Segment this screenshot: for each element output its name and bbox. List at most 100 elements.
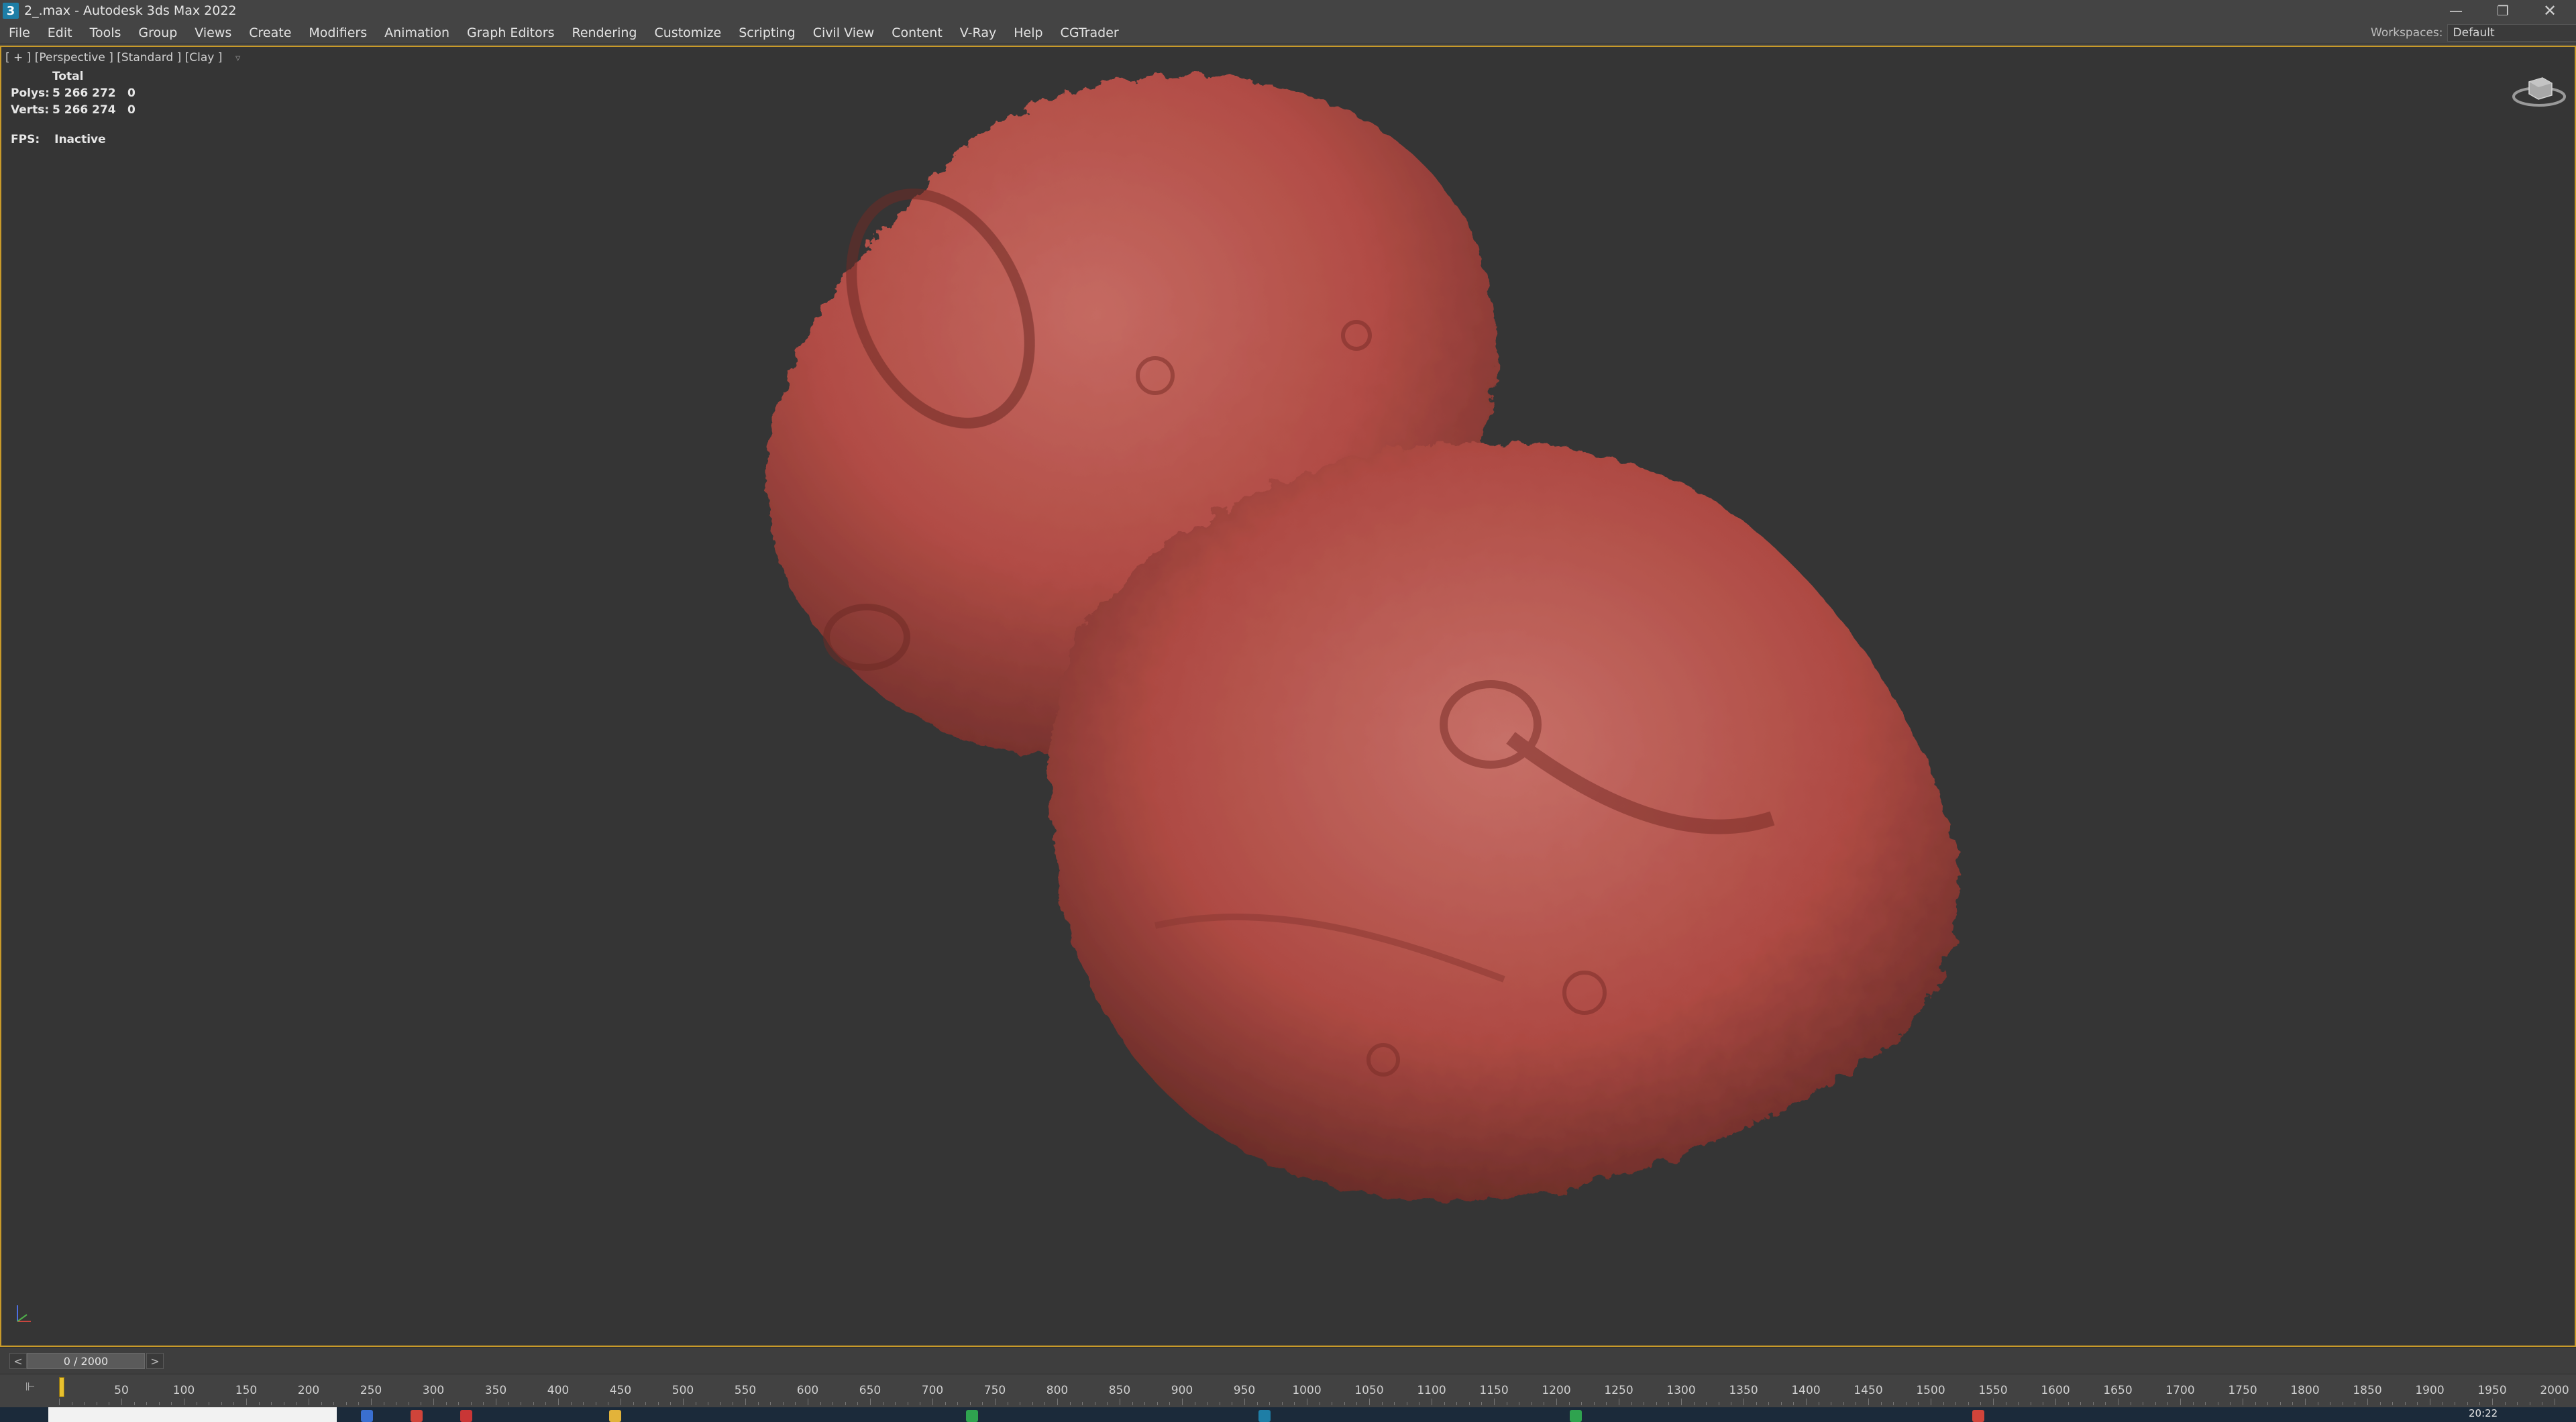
menu-edit[interactable]: Edit [39,21,81,44]
title-bar: 3 2_.max - Autodesk 3ds Max 2022 — ❐ ✕ [0,0,2576,21]
frame-tick [1993,1399,1994,1405]
workspaces-dropdown[interactable]: Default ▾ [2447,24,2576,42]
frame-tick-label: 250 [360,1384,382,1397]
perspective-viewport[interactable]: [ + ] [Perspective ] [Standard ] [Clay ]… [0,46,2576,1347]
frame-tick [2367,1399,2368,1405]
frame-tick-label: 350 [484,1384,507,1397]
menu-scripting[interactable]: Scripting [730,21,804,44]
frame-tick [121,1399,122,1405]
frame-tick [2167,1402,2169,1405]
frame-tick-label: 550 [734,1384,757,1397]
verts-selected: 0 [127,103,136,117]
menu-animation[interactable]: Animation [376,21,458,44]
frame-tick [1581,1402,1582,1405]
frame-tick-label: 1200 [1542,1384,1571,1397]
frame-tick [2205,1402,2206,1405]
menu-content[interactable]: Content [883,21,951,44]
frame-tick-label: 100 [172,1384,195,1397]
taskbar-3dsmax-icon[interactable] [1258,1410,1271,1422]
menu-file[interactable]: File [0,21,39,44]
frame-tick-label: 1100 [1417,1384,1446,1397]
menu-help[interactable]: Help [1005,21,1051,44]
viewport-label-text[interactable]: [ + ] [Perspective ] [Standard ] [Clay ] [5,51,222,64]
frame-tick [171,1402,172,1405]
frame-tick [1780,1402,1782,1405]
asteroid-mesh[interactable] [726,54,2000,1248]
viewcube-icon[interactable] [2509,66,2569,113]
frame-tick [2379,1402,2381,1405]
menu-civil-view[interactable]: Civil View [804,21,883,44]
taskbar-app-icon[interactable] [460,1410,472,1422]
frame-tick [2467,1402,2468,1405]
playhead-marker[interactable] [59,1377,64,1397]
menu-create[interactable]: Create [240,21,300,44]
frame-tick [2068,1402,2069,1405]
frame-tick [570,1402,572,1405]
frame-tick [2267,1402,2269,1405]
app-icon[interactable]: 3 [3,3,19,19]
frame-tick [745,1399,746,1405]
taskbar-app-icon[interactable] [966,1410,978,1422]
frame-ruler[interactable]: 50 100 150 200 250 300 350 400 450 500 550 600 650 70… [59,1374,2569,1408]
taskbar-app-icon[interactable] [411,1410,423,1422]
taskbar-app-icon[interactable] [1570,1410,1582,1422]
frame-tick [1968,1402,1969,1405]
frame-tick [657,1402,659,1405]
time-slider[interactable]: 0 / 2000 [27,1353,145,1369]
restore-button[interactable]: ❐ [2479,0,2526,21]
menu-cgtrader[interactable]: CGTrader [1052,21,1128,44]
menu-customize[interactable]: Customize [646,21,731,44]
taskbar-app-icon[interactable] [609,1410,621,1422]
frame-tick-label: 50 [114,1384,129,1397]
frame-tick [1955,1402,1957,1405]
frame-tick [670,1402,672,1405]
viewport-label-menu[interactable]: [ + ] [Perspective ] [Standard ] [Clay ]… [5,51,240,64]
frame-tick-label: 1650 [2103,1384,2133,1397]
track-bar[interactable]: ⊩ 50 100 150 200 250 300 350 400 450 500 550 600 650… [0,1374,2576,1407]
close-button[interactable]: ✕ [2526,0,2573,21]
frame-tick [1256,1402,1258,1405]
next-frame-button[interactable]: > [146,1353,164,1369]
frame-tick-label: 1900 [2415,1384,2445,1397]
frame-tick [1568,1402,1570,1405]
polys-value: 5 266 272 [52,87,116,100]
frame-tick [1918,1402,1919,1405]
polys-selected: 0 [127,87,136,100]
frame-tick-label: 750 [983,1384,1006,1397]
stats-total-header: Total [52,70,84,83]
frame-tick [233,1402,235,1405]
curve-editor-toggle[interactable]: ⊩ [20,1377,40,1397]
frame-tick-label: 1550 [1978,1384,2008,1397]
menu-group[interactable]: Group [129,21,186,44]
frame-tick [258,1402,260,1405]
menu-views[interactable]: Views [186,21,240,44]
menu-items: File Edit Tools Group Views Create Modifiers An… [0,21,1128,44]
taskbar-app-icon[interactable] [361,1410,373,1422]
frame-tick-label: 400 [547,1384,570,1397]
taskbar-app-icon[interactable] [1972,1410,1984,1422]
frame-tick [1207,1402,1208,1405]
frame-tick [1868,1399,1869,1405]
frame-tick [445,1402,447,1405]
funnel-icon[interactable]: ▿ [235,52,241,64]
windows-taskbar: 20:22 [0,1407,2576,1422]
minimize-button[interactable]: — [2432,0,2479,21]
frame-tick [1806,1399,1807,1405]
menu-rendering[interactable]: Rendering [563,21,645,44]
frame-tick [59,1399,60,1405]
frame-tick [271,1402,272,1405]
menu-graph-editors[interactable]: Graph Editors [458,21,563,44]
frame-tick-label: 1800 [2290,1384,2320,1397]
frame-tick [2080,1402,2082,1405]
previous-frame-button[interactable]: < [9,1353,27,1369]
frame-tick [1843,1402,1844,1405]
frame-tick [1880,1402,1882,1405]
menu-tools[interactable]: Tools [81,21,130,44]
menu-modifiers[interactable]: Modifiers [300,21,376,44]
frame-tick [345,1402,347,1405]
stats-polys-row: Polys: 5 266 272 0 [11,85,136,102]
menu-v-ray[interactable]: V-Ray [951,21,1005,44]
frame-tick [2517,1402,2518,1405]
taskbar-search-box[interactable] [48,1407,337,1422]
frame-tick [2055,1399,2056,1405]
